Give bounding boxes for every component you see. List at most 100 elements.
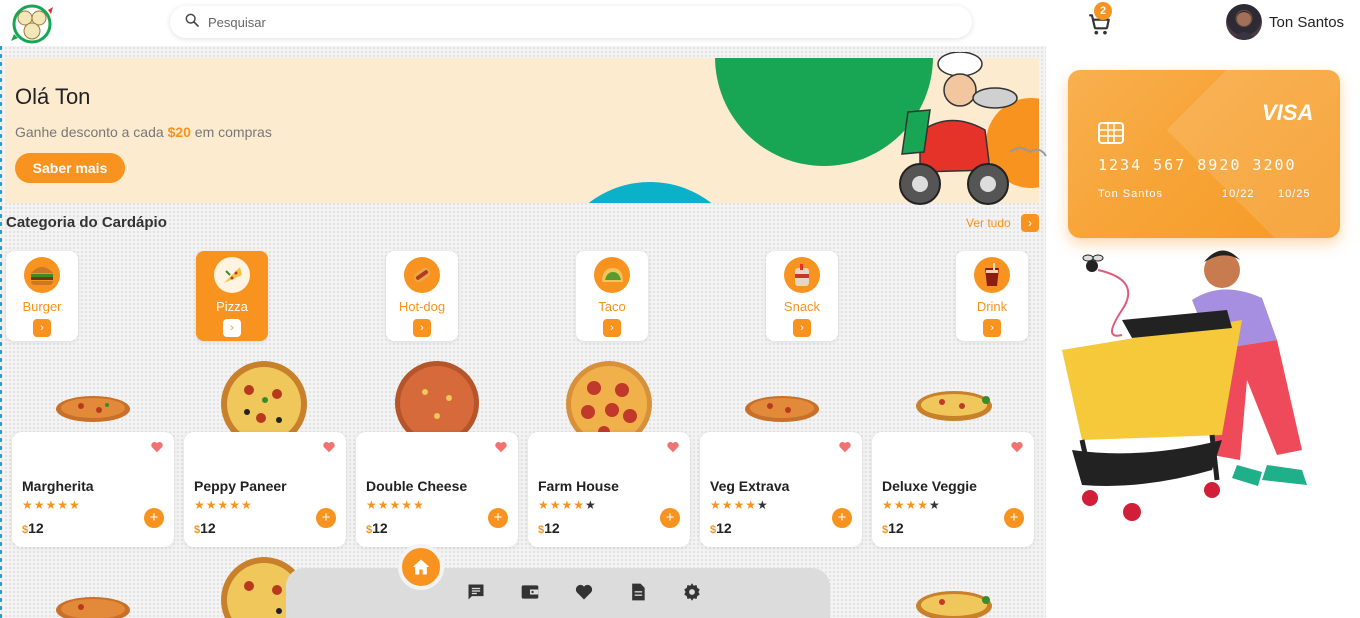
promo-prefix: Ganhe desconto a cada (15, 124, 168, 140)
receipt-icon[interactable] (628, 582, 648, 602)
category-section-title: Categoria do Cardápio (6, 214, 167, 231)
price-value: 12 (372, 520, 388, 536)
heart-icon[interactable] (322, 440, 336, 454)
learn-more-button[interactable]: Saber mais (15, 153, 125, 183)
hotdog-icon (404, 257, 440, 293)
category-label: Hot-dog (398, 299, 446, 314)
chevron-right-icon[interactable]: › (223, 319, 241, 337)
category-card-drink[interactable]: Drink › (956, 251, 1028, 341)
product-name: Peppy Paneer (194, 478, 287, 494)
avatar[interactable] (1226, 4, 1262, 40)
chevron-right-icon[interactable]: › (603, 319, 621, 337)
delivery-chef-illustration (880, 51, 1050, 212)
settings-icon[interactable] (682, 582, 702, 602)
home-icon[interactable] (398, 544, 444, 590)
category-card-pizza[interactable]: Pizza › (196, 251, 268, 341)
search-icon (184, 12, 200, 33)
product-name: Margherita (22, 478, 94, 494)
card-shine (1166, 70, 1340, 238)
add-to-cart-button[interactable]: + (488, 508, 508, 528)
price-value: 12 (888, 520, 904, 536)
category-label: Burger (22, 299, 62, 314)
heart-icon[interactable] (494, 440, 508, 454)
greeting-title: Olá Ton (15, 84, 91, 109)
cart-count-badge: 2 (1094, 2, 1112, 20)
pizza-image (55, 393, 131, 430)
heart-icon[interactable] (838, 440, 852, 454)
category-card-hotdog[interactable]: Hot-dog › (386, 251, 458, 341)
rating-stars: ★★★★★ (366, 498, 425, 512)
left-border (0, 46, 2, 618)
product-name: Double Cheese (366, 478, 468, 494)
product-price: $12 (538, 520, 560, 536)
logo-icon[interactable] (10, 4, 54, 44)
product-card[interactable]: Double Cheese ★★★★★ $12 + (356, 432, 518, 547)
search-bar[interactable] (170, 6, 972, 38)
app-header: 2 Ton Santos (0, 0, 1360, 46)
category-label: Taco (598, 299, 626, 314)
chevron-right-icon[interactable]: › (413, 319, 431, 337)
rating-stars: ★★★★★ (194, 498, 253, 512)
pizza-slice-icon (214, 257, 250, 293)
category-label: Snack (783, 299, 821, 314)
product-card[interactable]: Margherita ★★★★★ $12 + (12, 432, 174, 547)
card-expiry-date: 10/25 (1278, 188, 1311, 200)
product-price: $12 (22, 520, 44, 536)
price-value: 12 (28, 520, 44, 536)
product-price: $12 (710, 520, 732, 536)
pizza-image (914, 588, 996, 618)
category-label: Pizza (216, 299, 248, 314)
chevron-right-icon[interactable]: › (793, 319, 811, 337)
pizza-image (55, 592, 131, 618)
see-all-arrow-icon[interactable]: › (1021, 214, 1039, 232)
chevron-right-icon[interactable]: › (983, 319, 1001, 337)
product-name: Veg Extrava (710, 478, 790, 494)
promo-text: Ganhe desconto a cada $20 em compras (15, 124, 272, 140)
snack-icon (784, 257, 820, 293)
add-to-cart-button[interactable]: + (832, 508, 852, 528)
banner-decoration-blue (550, 182, 750, 203)
product-card[interactable]: Peppy Paneer ★★★★★ $12 + (184, 432, 346, 547)
add-to-cart-button[interactable]: + (316, 508, 336, 528)
rating-stars: ★★★★★ (538, 498, 597, 512)
category-card-snack[interactable]: Snack › (766, 251, 838, 341)
add-to-cart-button[interactable]: + (144, 508, 164, 528)
price-value: 12 (716, 520, 732, 536)
card-number: 1234 567 8920 3200 (1098, 156, 1297, 174)
taco-icon (594, 257, 630, 293)
rating-stars: ★★★★★ (710, 498, 769, 512)
promo-amount: $20 (167, 124, 191, 140)
promo-suffix: em compras (190, 124, 272, 140)
add-to-cart-button[interactable]: + (1004, 508, 1024, 528)
price-value: 12 (200, 520, 216, 536)
heart-icon[interactable] (1010, 440, 1024, 454)
see-all-link[interactable]: Ver tudo (966, 216, 1011, 230)
burger-icon (24, 257, 60, 293)
card-brand: VISA (1262, 100, 1314, 125)
heart-icon[interactable] (666, 440, 680, 454)
pizza-image (744, 393, 820, 430)
rating-stars: ★★★★★ (882, 498, 941, 512)
heart-icon[interactable] (150, 440, 164, 454)
credit-card[interactable] (1068, 70, 1340, 238)
add-to-cart-button[interactable]: + (660, 508, 680, 528)
wallet-icon[interactable] (520, 582, 540, 602)
chat-icon[interactable] (466, 582, 486, 602)
product-name: Deluxe Veggie (882, 478, 977, 494)
product-price: $12 (194, 520, 216, 536)
category-card-taco[interactable]: Taco › (576, 251, 648, 341)
category-card-burger[interactable]: Burger › (6, 251, 78, 341)
product-price: $12 (366, 520, 388, 536)
rating-stars: ★★★★★ (22, 498, 81, 512)
pizza-image (914, 388, 996, 429)
shopping-cart-illustration (1062, 240, 1354, 530)
product-card[interactable]: Farm House ★★★★★ $12 + (528, 432, 690, 547)
product-card[interactable]: Deluxe Veggie ★★★★★ $12 + (872, 432, 1034, 547)
search-input[interactable] (208, 14, 948, 30)
chevron-right-icon[interactable]: › (33, 319, 51, 337)
user-name[interactable]: Ton Santos (1269, 14, 1344, 31)
heart-icon[interactable] (574, 582, 594, 602)
bottom-navigation (286, 568, 830, 618)
product-card[interactable]: Veg Extrava ★★★★★ $12 + (700, 432, 862, 547)
product-price: $12 (882, 520, 904, 536)
